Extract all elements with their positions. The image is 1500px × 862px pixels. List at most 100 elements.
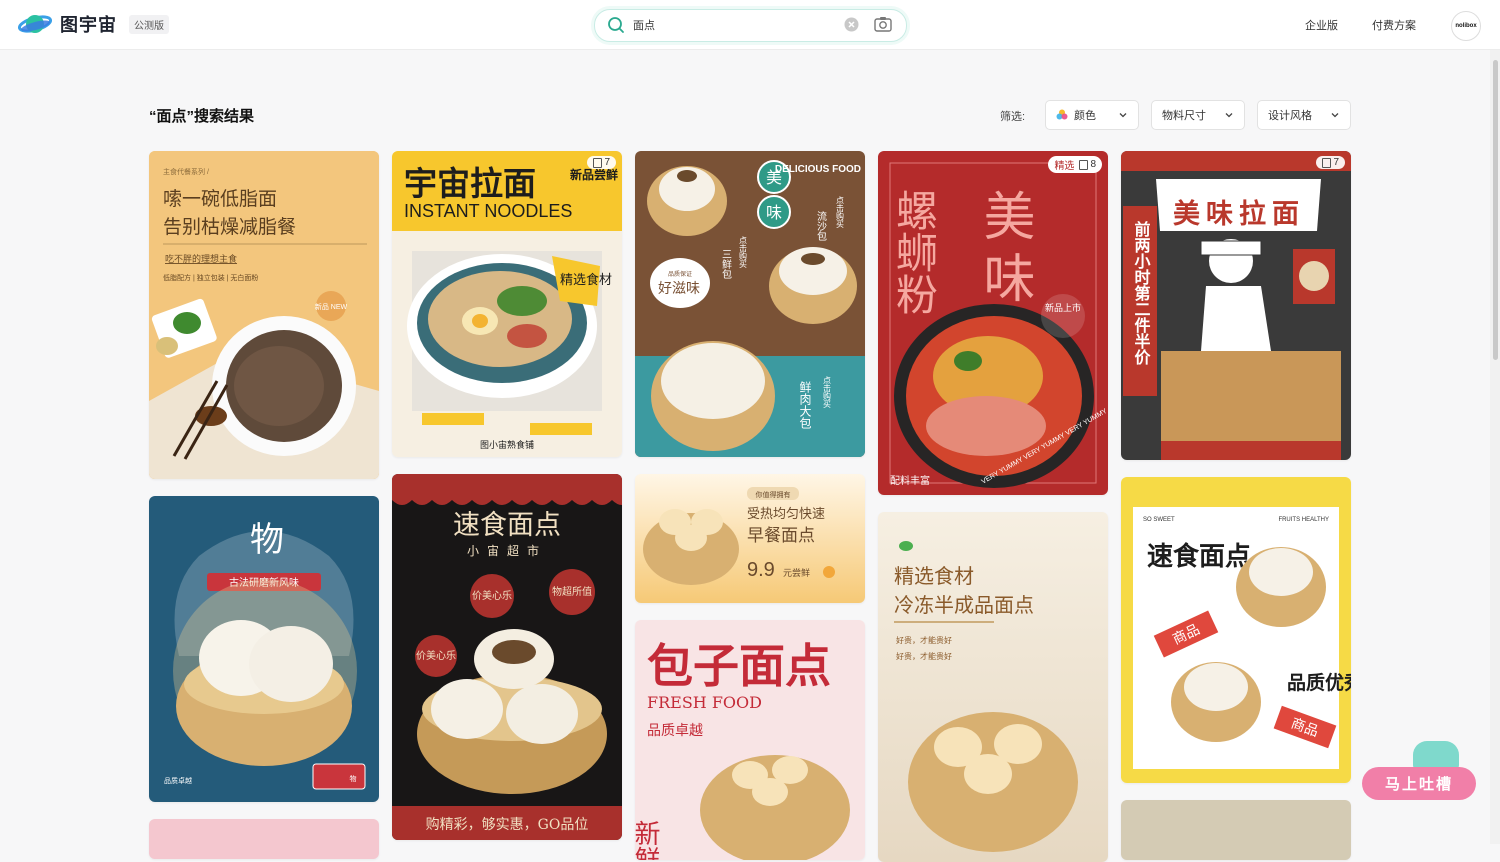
pricing-link[interactable]: 付费方案 [1372, 17, 1416, 33]
card-title: 包子面点 [647, 639, 831, 693]
results-title: “面点”搜索结果 [149, 108, 255, 125]
template-card[interactable]: SO SWEET FRUITS HEALTHY 速食面点 商品 品质优秀 商品 [1121, 477, 1351, 783]
template-card[interactable]: 精选食材 冷冻半成品面点 好贵，才能贵好 好贵，才能贵好 [878, 512, 1108, 862]
card-title: 速食面点 [1147, 541, 1251, 571]
logo[interactable]: 图宇宙 公测版 [17, 11, 169, 37]
chevron-down-icon [1118, 110, 1128, 123]
size-filter-dropdown[interactable]: 物料尺寸 [1151, 100, 1245, 130]
card-footer: 品质卓越 [164, 776, 192, 785]
tag-label: 精选 [1054, 161, 1075, 172]
side-text: 新鲜 [635, 820, 660, 860]
side-text: 前两小时第二件半价 [1132, 220, 1151, 366]
template-card[interactable]: 美 味 DELICIOUS FOOD 流沙包 点击购买 三鲜包 点击购买 品质保… [635, 151, 865, 457]
card-tagline: 好贵，才能贵好 [896, 635, 952, 645]
product-name: 三鲜包 [720, 249, 732, 279]
card-title: 物 [250, 520, 284, 560]
scrollbar-thumb[interactable] [1493, 60, 1498, 360]
corner-text: SO SWEET [1143, 517, 1175, 523]
chevron-down-icon [1330, 110, 1340, 123]
card-tagline: 好贵，才能贵好 [896, 651, 952, 661]
product-name: 鲜肉大包 [798, 381, 812, 429]
card-tag: 你值得拥有 [756, 490, 791, 499]
card-subtitle: DELICIOUS FOOD [775, 164, 861, 175]
card-title: 美味拉面 [1173, 198, 1305, 229]
card-tagline: 吃不胖的理想主食 [165, 253, 237, 264]
template-card[interactable]: 你值得拥有 受热均匀快速 早餐面点 9.9 元尝鲜 [635, 474, 865, 603]
card-subtitle: FRESH FOOD [647, 693, 762, 712]
card-title: 速食面点 [453, 510, 561, 541]
template-card[interactable]: 包子面点 FRESH FOOD 品质卓越 新鲜 [635, 620, 865, 860]
card-subtitle: INSTANT NOODLES [404, 201, 572, 221]
feedback-button[interactable]: 马上吐槽 [1362, 767, 1476, 800]
camera-icon[interactable] [874, 16, 892, 37]
product-name: 流沙包 [815, 210, 827, 241]
search-input[interactable] [633, 16, 823, 34]
color-filter-label: 颜色 [1074, 110, 1096, 122]
template-card[interactable]: 速食面点 小宙超市 价美心乐 物超所值 价美心乐 购精彩，够实惠，GO品位 [392, 474, 622, 840]
corner-text: 新品尝鲜 [570, 167, 618, 182]
template-card[interactable]: 螺蛳粉 美味 新品上市 配料丰富 VERY YUMMY VERY YUMMY V… [878, 151, 1108, 495]
card-subtitle: 冷冻半成品面点 [894, 593, 1034, 617]
card-series: 主食代餐系列 / [163, 167, 209, 176]
new-stamp: 新品上市 [1045, 302, 1081, 313]
cta-text: 点击购买 [836, 196, 845, 229]
card-title: 嗦一碗低脂面 [163, 188, 277, 210]
circle-char: 味 [766, 204, 782, 222]
avatar[interactable]: nolibox [1451, 11, 1481, 41]
template-card[interactable]: 美味拉面 前两小时第二件半价 7 [1121, 151, 1351, 460]
search-icon[interactable] [607, 16, 625, 39]
bubble-small: 品质保证 [668, 270, 692, 278]
card-subtitle: 受热均匀快速 [747, 507, 825, 522]
chevron-down-icon [1224, 110, 1234, 123]
card-title: 早餐面点 [747, 526, 815, 546]
card-tagline: 品质卓越 [647, 723, 703, 739]
card-subtitle: 小宙超市 [467, 543, 547, 558]
card-title: 精选食材 [894, 564, 974, 588]
new-stamp: 新品 NEW [315, 302, 348, 311]
price: 9.9 [747, 559, 775, 581]
page-count-badge: 7 [587, 156, 616, 169]
page-count-badge: 7 [1316, 156, 1345, 169]
pages-icon [1322, 157, 1332, 168]
bubble-text: 价美心乐 [416, 649, 456, 662]
clear-search-icon[interactable] [844, 17, 859, 37]
bubble-text: 物超所值 [552, 585, 592, 598]
page-count-badge: 精选 8 [1048, 156, 1102, 173]
size-filter-label: 物料尺寸 [1162, 110, 1206, 122]
template-card[interactable]: 物 古法研磨新风味 品质卓越 物 [149, 496, 379, 802]
sticker-text: 精选食材 [560, 272, 612, 287]
bubble-text: 价美心乐 [472, 589, 512, 602]
card-subtitle: 品质优秀 [1287, 671, 1351, 694]
card-footer: 购精彩，够实惠，GO品位 [426, 817, 589, 833]
planet-logo-icon [17, 11, 53, 37]
top-navigation-bar: 图宇宙 公测版 企业版 付费方案 nolibox [0, 0, 1500, 50]
card-subtitle: 美味 [974, 189, 1034, 313]
bubble-text: 好滋味 [658, 280, 700, 296]
template-card[interactable] [149, 819, 379, 859]
cta-text: 点击购买 [739, 236, 748, 269]
pages-icon [1079, 159, 1089, 170]
card-title: 螺蛳粉 [890, 189, 939, 315]
card-tags: 低脂配方 | 独立包装 | 无白面粉 [163, 273, 258, 282]
color-filter-dropdown[interactable]: 颜色 [1045, 100, 1139, 130]
template-card[interactable] [1121, 800, 1351, 860]
corner-text: FRUITS HEALTHY [1278, 517, 1329, 523]
cta-text: 点击购买 [823, 376, 832, 409]
card-subtitle: 告别枯燥减脂餐 [163, 216, 296, 238]
search-bar [594, 9, 907, 42]
logo-text: 图宇宙 [60, 15, 117, 35]
seal-text: 物 [350, 774, 357, 783]
card-footer: 图小宙熟食铺 [480, 439, 534, 450]
template-card[interactable]: 宇宙拉面 新品尝鲜 INSTANT NOODLES 精选食材 图小宙熟食铺 7 [392, 151, 622, 457]
price-unit: 元尝鲜 [783, 567, 810, 578]
card-footer: 配料丰富 [890, 474, 930, 487]
color-wheel-icon [1056, 109, 1068, 121]
card-title: 宇宙拉面 [404, 165, 536, 202]
filter-label: 筛选: [1000, 111, 1026, 123]
pages-icon [593, 157, 603, 168]
style-filter-label: 设计风格 [1268, 110, 1312, 122]
template-card[interactable]: 主食代餐系列 / 嗦一碗低脂面 告别枯燥减脂餐 吃不胖的理想主食 低脂配方 | … [149, 151, 379, 479]
style-filter-dropdown[interactable]: 设计风格 [1257, 100, 1351, 130]
enterprise-link[interactable]: 企业版 [1305, 17, 1338, 33]
beta-badge: 公测版 [129, 14, 169, 34]
